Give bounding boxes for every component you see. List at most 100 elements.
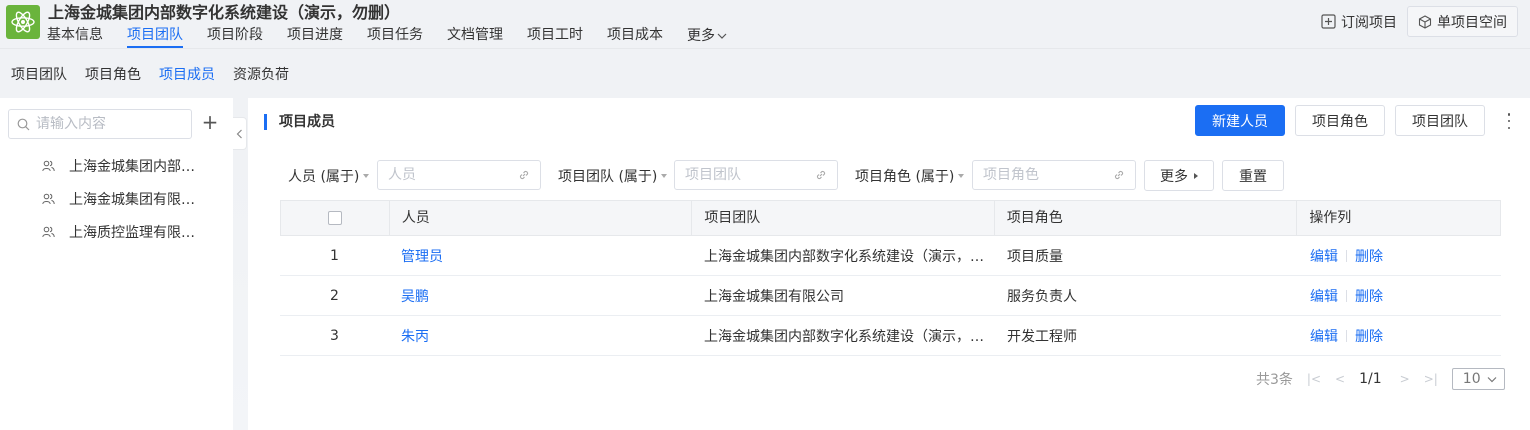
nav-project-progress[interactable]: 项目进度: [287, 24, 343, 48]
header-actions: 订阅项目 单项目空间: [1319, 6, 1518, 37]
edit-link[interactable]: 编辑: [1310, 326, 1338, 346]
person-link[interactable]: 管理员: [389, 246, 692, 266]
role-filter-label[interactable]: 项目角色 (属于): [855, 166, 965, 186]
project-role-button[interactable]: 项目角色: [1295, 105, 1385, 136]
last-page-icon[interactable]: >|: [1424, 372, 1438, 386]
reset-button[interactable]: 重置: [1222, 160, 1284, 191]
select-all-cell: [281, 201, 390, 235]
person-filter-label[interactable]: 人员 (属于): [288, 166, 370, 186]
role-filter-input[interactable]: [972, 160, 1136, 190]
team-filter-field[interactable]: [685, 167, 795, 183]
subtab-project-members[interactable]: 项目成员: [159, 64, 215, 84]
more-options-icon[interactable]: [1506, 113, 1512, 129]
nav-project-team[interactable]: 项目团队: [127, 24, 183, 48]
select-all-checkbox[interactable]: [327, 211, 342, 225]
team-filter-label[interactable]: 项目团队 (属于): [558, 166, 668, 186]
users-icon: [42, 226, 55, 237]
caret-down-icon: [958, 174, 965, 178]
actions-cell: 编辑 删除: [1298, 246, 1501, 266]
nav-project-hours[interactable]: 项目工时: [527, 24, 583, 48]
role-filter-text: 项目角色 (属于): [855, 169, 955, 185]
link-icon: [519, 170, 529, 180]
person-link[interactable]: 吴鹏: [389, 286, 692, 306]
role-cell: 服务负责人: [1007, 288, 1077, 305]
link-icon: [816, 170, 826, 180]
new-person-button[interactable]: 新建人员: [1195, 105, 1285, 136]
subtab-project-team[interactable]: 项目团队: [11, 64, 67, 84]
subscribe-icon: [1321, 14, 1336, 29]
table-header: 人员 项目团队 项目角色 操作列: [280, 200, 1501, 236]
team-cell: 上海金城集团内部数字化系统建设（演示，勿删）: [704, 328, 995, 345]
divider: [1346, 289, 1347, 302]
team-list-item-label: 上海金城集团有限公司: [69, 191, 197, 208]
role-cell: 开发工程师: [1007, 328, 1077, 345]
caret-down-icon: [661, 174, 668, 178]
column-header-actions: 操作列: [1309, 210, 1352, 226]
sidebar-search[interactable]: [8, 109, 192, 139]
role-filter-field[interactable]: [983, 167, 1093, 183]
person-filter-input[interactable]: [377, 160, 541, 190]
delete-link[interactable]: 删除: [1355, 286, 1383, 306]
row-index: 1: [330, 247, 339, 264]
delete-link[interactable]: 删除: [1355, 246, 1383, 266]
page-size-select[interactable]: 10: [1451, 368, 1505, 390]
nav-more[interactable]: 更多: [687, 24, 727, 48]
chevron-down-icon: [717, 33, 727, 39]
team-list-item[interactable]: 上海金城集团有限公司: [0, 182, 233, 215]
nav-project-task[interactable]: 项目任务: [367, 24, 423, 48]
nav-document-management[interactable]: 文档管理: [447, 24, 503, 48]
person-filter-text: 人员 (属于): [288, 169, 360, 185]
subtab-resource-load[interactable]: 资源负荷: [233, 64, 289, 84]
section-title: 项目成员: [264, 114, 335, 130]
more-filters-label: 更多: [1160, 168, 1188, 185]
team-filter-input[interactable]: [674, 160, 838, 190]
role-cell: 项目质量: [1007, 248, 1063, 265]
team-list-item[interactable]: 上海质控监理有限公司: [0, 215, 233, 248]
nav-project-cost[interactable]: 项目成本: [607, 24, 663, 48]
sidebar-collapse-handle[interactable]: [233, 117, 247, 150]
app-logo: [6, 5, 40, 39]
column-header-role: 项目角色: [995, 201, 1298, 235]
link-icon: [1114, 170, 1124, 180]
sidebar-search-input[interactable]: [36, 116, 186, 132]
table-row: 3 朱丙 上海金城集团内部数字化系统建设（演示，勿删） 开发工程师 编辑 删除: [280, 316, 1501, 356]
panel-gutter: [233, 150, 248, 430]
more-filters-button[interactable]: 更多: [1144, 160, 1214, 191]
main-nav: 基本信息 项目团队 项目阶段 项目进度 项目任务 文档管理 项目工时 项目成本 …: [47, 24, 751, 48]
add-team-button[interactable]: +: [200, 112, 220, 134]
chevron-down-icon: [1487, 376, 1497, 382]
next-page-icon[interactable]: >: [1400, 372, 1410, 386]
row-index: 2: [330, 287, 339, 304]
caret-down-icon: [363, 174, 370, 178]
search-icon: [17, 118, 30, 130]
row-index: 3: [330, 327, 339, 344]
column-header-team: 项目团队: [692, 201, 995, 235]
single-project-space-button[interactable]: 单项目空间: [1407, 6, 1518, 37]
first-page-icon[interactable]: |<: [1307, 372, 1321, 386]
team-filter-text: 项目团队 (属于): [558, 169, 658, 185]
nav-project-stage[interactable]: 项目阶段: [207, 24, 263, 48]
person-link[interactable]: 朱丙: [389, 326, 692, 346]
chevron-left-icon: [236, 129, 242, 138]
table-row: 1 管理员 上海金城集团内部数字化系统建设（演示，勿删） 项目质量 编辑 删除: [280, 236, 1501, 276]
team-sidebar: + 上海金城集团内部数字化系统建设（演示，勿删） 上海金城集团有限公司: [0, 98, 233, 430]
cube-icon: [1418, 14, 1432, 29]
nav-basic-info[interactable]: 基本信息: [47, 24, 103, 48]
team-list: 上海金城集团内部数字化系统建设（演示，勿删） 上海金城集团有限公司 上海质控监理…: [0, 149, 233, 248]
users-icon: [42, 160, 55, 171]
subscribe-button[interactable]: 订阅项目: [1319, 7, 1399, 37]
actions-cell: 编辑 删除: [1298, 286, 1501, 306]
prev-page-icon[interactable]: <: [1335, 372, 1345, 386]
team-list-item-label: 上海质控监理有限公司: [69, 224, 197, 241]
subtab-project-role[interactable]: 项目角色: [85, 64, 141, 84]
edit-link[interactable]: 编辑: [1310, 286, 1338, 306]
nav-more-label: 更多: [687, 28, 715, 44]
delete-link[interactable]: 删除: [1355, 326, 1383, 346]
table-row: 2 吴鹏 上海金城集团有限公司 服务负责人 编辑 删除: [280, 276, 1501, 316]
project-team-button[interactable]: 项目团队: [1395, 105, 1485, 136]
person-filter-field[interactable]: [388, 167, 498, 183]
project-title: 上海金城集团内部数字化系统建设（演示，勿删）: [48, 3, 401, 22]
atom-icon: [11, 11, 35, 33]
team-list-item[interactable]: 上海金城集团内部数字化系统建设（演示，勿删）: [0, 149, 233, 182]
edit-link[interactable]: 编辑: [1310, 246, 1338, 266]
